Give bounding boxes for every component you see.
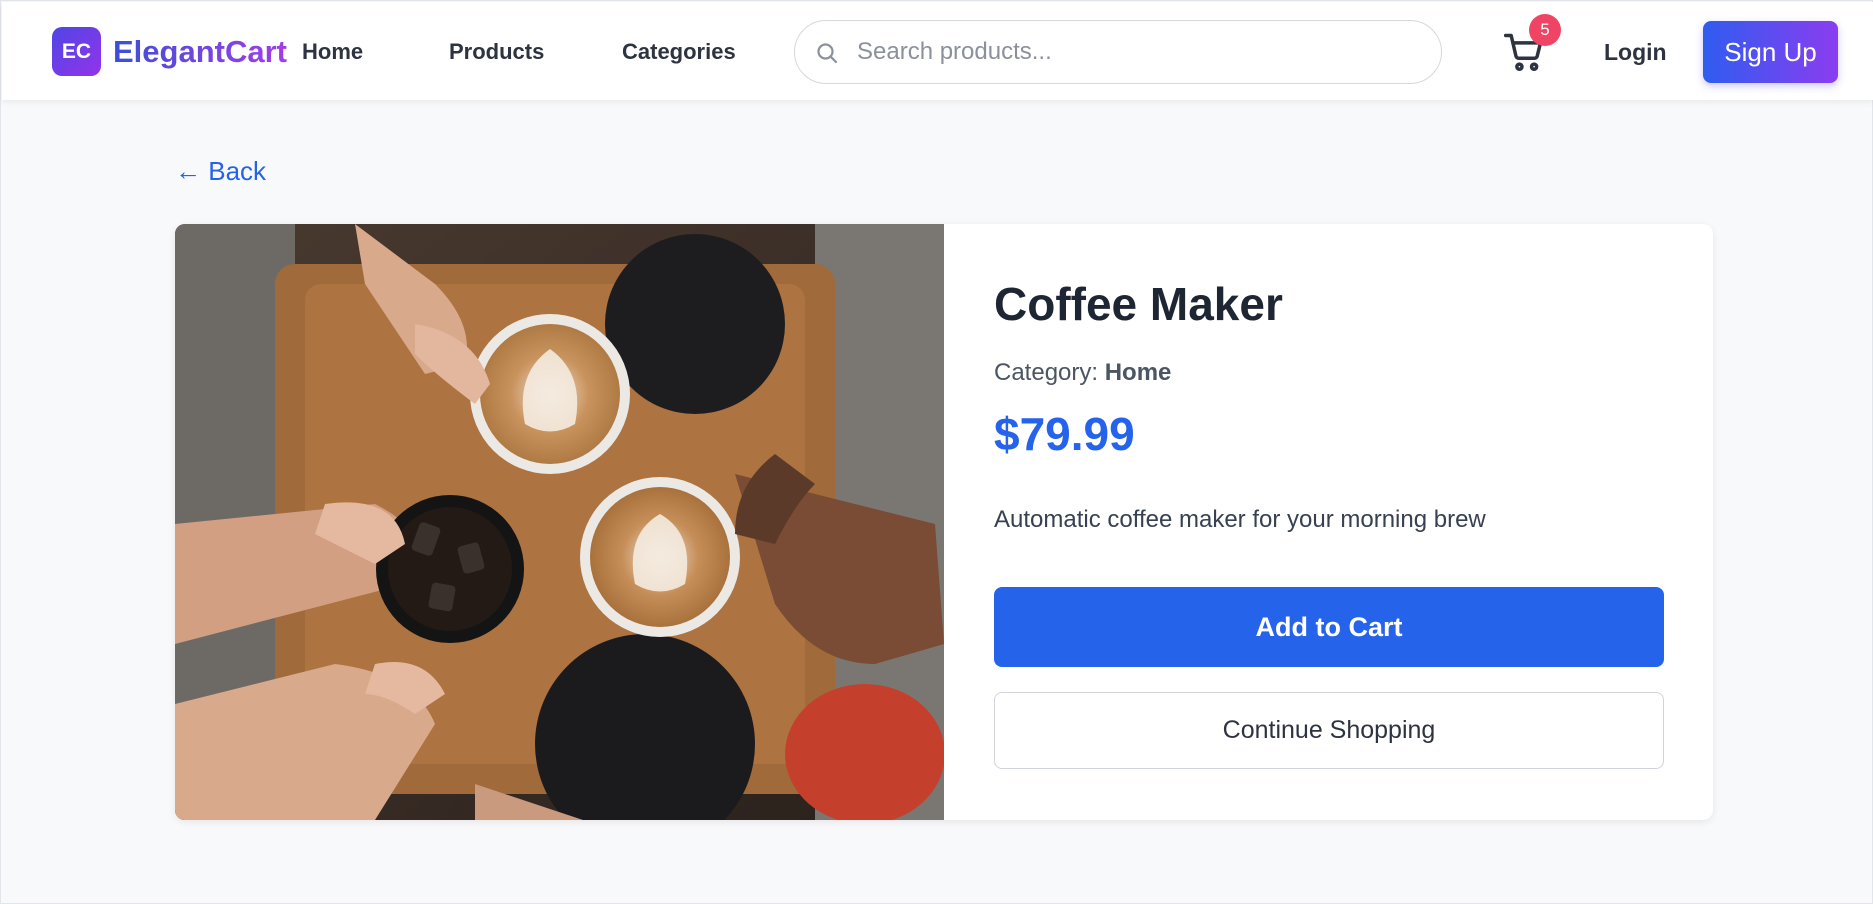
add-to-cart-button[interactable]: Add to Cart [994, 587, 1664, 667]
nav-home[interactable]: Home [302, 38, 363, 66]
back-link[interactable]: ← Back [175, 155, 266, 187]
product-description: Automatic coffee maker for your morning … [994, 506, 1486, 533]
page: EC ElegantCart Home Products Categories … [0, 0, 1873, 904]
search-input[interactable] [857, 31, 1417, 73]
category-value: Home [1104, 359, 1172, 386]
search-icon [817, 43, 838, 64]
signup-button[interactable]: Sign Up [1703, 21, 1838, 83]
product-card: Coffee Maker Category: Home $79.99 Autom… [175, 224, 1713, 820]
nav-products[interactable]: Products [449, 38, 544, 66]
category-prefix: Category: [994, 359, 1105, 386]
cart-count-badge: 5 [1529, 14, 1561, 46]
logo-badge[interactable]: EC [52, 27, 101, 76]
product-image [175, 224, 944, 820]
brand-name[interactable]: ElegantCart [113, 32, 287, 72]
search-bar[interactable] [794, 20, 1442, 84]
top-navbar: EC ElegantCart Home Products Categories … [2, 2, 1873, 100]
product-category: Category: Home [994, 358, 1171, 388]
login-link[interactable]: Login [1604, 38, 1667, 66]
continue-shopping-button[interactable]: Continue Shopping [994, 692, 1664, 769]
product-price: $79.99 [994, 408, 1135, 460]
product-title: Coffee Maker [994, 278, 1283, 330]
nav-categories[interactable]: Categories [622, 38, 736, 66]
product-details: Coffee Maker Category: Home $79.99 Autom… [994, 224, 1664, 820]
